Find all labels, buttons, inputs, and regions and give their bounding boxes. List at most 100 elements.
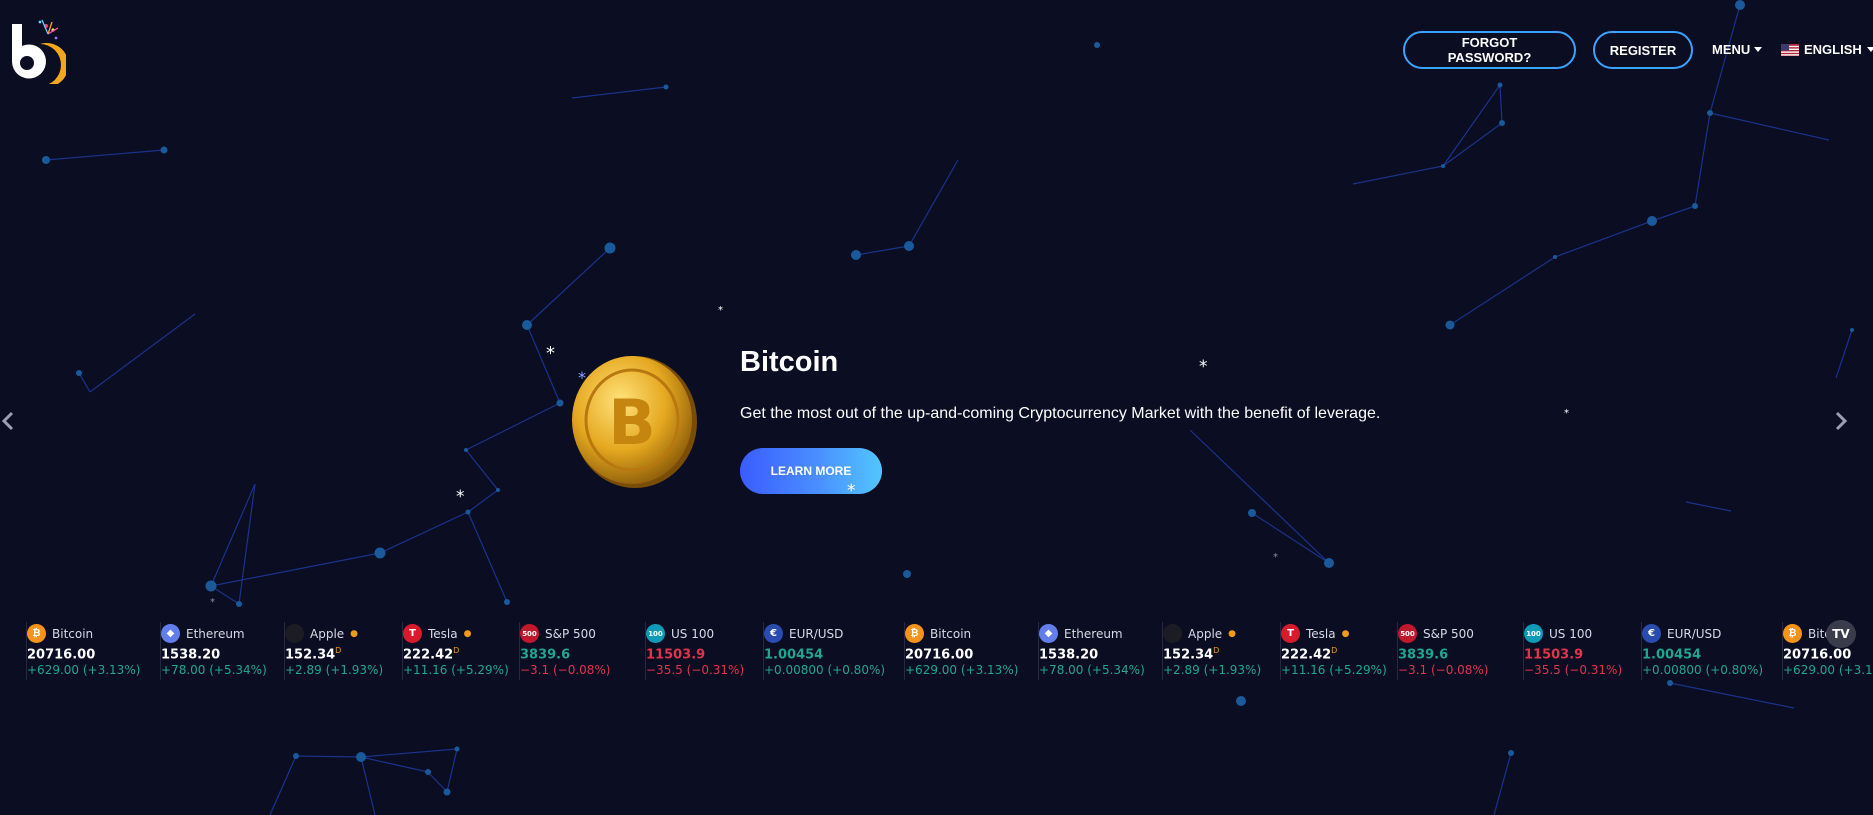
ticker-change: +78.00 (+5.34%): [161, 663, 267, 677]
sp500-icon: 500: [520, 624, 539, 643]
ticker-head: 100 US 100: [646, 624, 714, 643]
ticker-price: 11503.9: [646, 647, 706, 663]
snowflake-icon: *: [578, 368, 586, 387]
sp500-icon: 500: [1398, 624, 1417, 643]
ticker-name: US 100: [1549, 626, 1593, 641]
ticker-name: Apple: [1188, 626, 1223, 641]
ticker-change: +629.00 (+3.13%): [1783, 663, 1873, 677]
ticker-name: Tesla: [428, 626, 458, 641]
ticker-change: +11.16 (+5.29%): [403, 663, 509, 677]
ticker-item[interactable]: 500 S&P 500 3839.6 −3.1 (−0.08%): [1398, 618, 1524, 684]
ticker-change: −35.5 (−0.31%): [646, 663, 745, 677]
us100-icon: 100: [1524, 624, 1543, 643]
brand-logo[interactable]: [4, 16, 66, 84]
ticker-head: Apple ●: [285, 624, 358, 643]
ticker-head: T Tesla ●: [403, 624, 471, 643]
ticker-item[interactable]: Apple ● 152.34D +2.89 (+1.93%): [285, 618, 403, 684]
ticker-change: −3.1 (−0.08%): [520, 663, 611, 677]
bitcoin-icon: ₿: [1783, 624, 1802, 643]
ticker-item[interactable]: 500 S&P 500 3839.6 −3.1 (−0.08%): [520, 618, 646, 684]
ticker-price: 20716.00: [27, 647, 96, 663]
ticker-price: 1538.20: [1039, 647, 1099, 663]
ticker-head: ₿ Bitcoin: [27, 624, 93, 643]
ticker-name: US 100: [671, 626, 715, 641]
ticker-item[interactable]: 100 US 100 11503.9 −35.5 (−0.31%): [646, 618, 764, 684]
ticker-name: S&P 500: [1423, 626, 1474, 641]
ticker-change: −3.1 (−0.08%): [1398, 663, 1489, 677]
ticker-item[interactable]: T Tesla ● 222.42D +11.16 (+5.29%): [403, 618, 520, 684]
ticker-change: +2.89 (+1.93%): [285, 663, 384, 677]
ticker-head: € EUR/USD: [1642, 624, 1721, 643]
ticker-name: EUR/USD: [789, 626, 844, 641]
ticker-name: S&P 500: [545, 626, 596, 641]
ticker-item[interactable]: € EUR/USD 1.00454 +0.00800 (+0.80%): [764, 618, 905, 684]
ticker-price: 20716.00: [905, 647, 974, 663]
ticker-price: 20716.00: [1783, 647, 1852, 663]
slide-title: Bitcoin: [740, 346, 839, 378]
market-ticker[interactable]: ₿ Bitcoin 20716.00 +629.00 (+3.13%) ◆ Ethereu…: [0, 618, 1873, 684]
ticker-item[interactable]: 100 US 100 11503.9 −35.5 (−0.31%): [1524, 618, 1642, 684]
ticker-head: € EUR/USD: [764, 624, 843, 643]
ticker-name: Bitcoin: [930, 626, 972, 641]
ticker-head: ₿ Bitcoin: [905, 624, 971, 643]
ticker-item[interactable]: € EUR/USD 1.00454 +0.00800 (+0.80%): [1642, 618, 1783, 684]
ticker-price: 1538.20: [161, 647, 221, 663]
register-button[interactable]: REGISTER: [1593, 31, 1693, 69]
ticker-change: +629.00 (+3.13%): [905, 663, 1019, 677]
chevron-down-icon: [1866, 47, 1873, 52]
ticker-change: +629.00 (+3.13%): [27, 663, 141, 677]
svg-text:B: B: [608, 386, 655, 459]
menu-dropdown[interactable]: MENU: [1712, 42, 1763, 57]
ticker-head: T Tesla ●: [1281, 624, 1349, 643]
ticker-price: 1.00454: [1642, 647, 1702, 663]
market-status-dot-icon: ●: [463, 628, 472, 639]
ticker-item[interactable]: ₿ Bitcoin 20716.00+629.00 (+3.13%): [905, 618, 1039, 684]
ethereum-icon: ◆: [161, 624, 180, 643]
ticker-head: 100 US 100: [1524, 624, 1592, 643]
ticker-price: 11503.9: [1524, 647, 1584, 663]
market-status-dot-icon: ●: [350, 628, 359, 639]
ticker-price: 3839.6: [1398, 647, 1449, 663]
ticker-change: +2.89 (+1.93%): [1163, 663, 1262, 677]
ticker-item[interactable]: ◆ Ethereum 1538.20 +78.00 (+5.34%): [161, 618, 285, 684]
eurusd-flags-icon: €: [764, 624, 783, 643]
snowflake-icon: *: [1199, 357, 1208, 377]
ticker-price: 152.34D: [285, 646, 342, 663]
ticker-change: +0.00800 (+0.80%): [764, 663, 886, 677]
ticker-change: −35.5 (−0.31%): [1524, 663, 1623, 677]
ticker-change: +78.00 (+5.34%): [1039, 663, 1145, 677]
bitcoin-icon: ₿: [27, 624, 46, 643]
tesla-icon: T: [403, 624, 422, 643]
ticker-head: ◆ Ethereum: [161, 624, 245, 643]
snowflake-icon: *: [210, 597, 215, 608]
snowflake-icon: *: [1564, 408, 1569, 419]
ticker-name: Ethereum: [1064, 626, 1123, 641]
language-selector[interactable]: ENGLISH: [1781, 42, 1873, 57]
ticker-name: EUR/USD: [1667, 626, 1722, 641]
bitcoin-coin-image: B: [572, 356, 697, 488]
carousel-prev-arrow-icon[interactable]: [0, 409, 18, 433]
ticker-item[interactable]: Apple ● 152.34D +2.89 (+1.93%): [1163, 618, 1281, 684]
ticker-price: 222.42D: [1281, 646, 1338, 663]
learn-more-button[interactable]: LEARN MORE: [740, 448, 882, 494]
ticker-item[interactable]: [0, 618, 27, 684]
ticker-item[interactable]: T Tesla ● 222.42D +11.16 (+5.29%): [1281, 618, 1398, 684]
us-flag-icon: [1781, 43, 1799, 56]
apple-icon: [285, 624, 304, 643]
ticker-name: Apple: [310, 626, 345, 641]
market-status-dot-icon: ●: [1341, 628, 1350, 639]
forgot-password-button[interactable]: FORGOT PASSWORD?: [1403, 31, 1576, 69]
ticker-name: Ethereum: [186, 626, 245, 641]
apple-icon: [1163, 624, 1182, 643]
snowflake-icon: *: [1273, 552, 1278, 563]
snowflake-icon: *: [847, 481, 856, 501]
tradingview-logo-icon[interactable]: TV: [1826, 620, 1856, 648]
ticker-name: Tesla: [1306, 626, 1336, 641]
carousel-next-arrow-icon[interactable]: [1832, 409, 1850, 433]
ticker-item[interactable]: ◆ Ethereum 1538.20 +78.00 (+5.34%): [1039, 618, 1163, 684]
slide-description: Get the most out of the up-and-coming Cr…: [740, 405, 1381, 422]
ticker-change: +11.16 (+5.29%): [1281, 663, 1387, 677]
snowflake-icon: *: [546, 343, 555, 364]
ticker-price: 152.34D: [1163, 646, 1220, 663]
ticker-item[interactable]: ₿ Bitcoin 20716.00+629.00 (+3.13%): [27, 618, 161, 684]
